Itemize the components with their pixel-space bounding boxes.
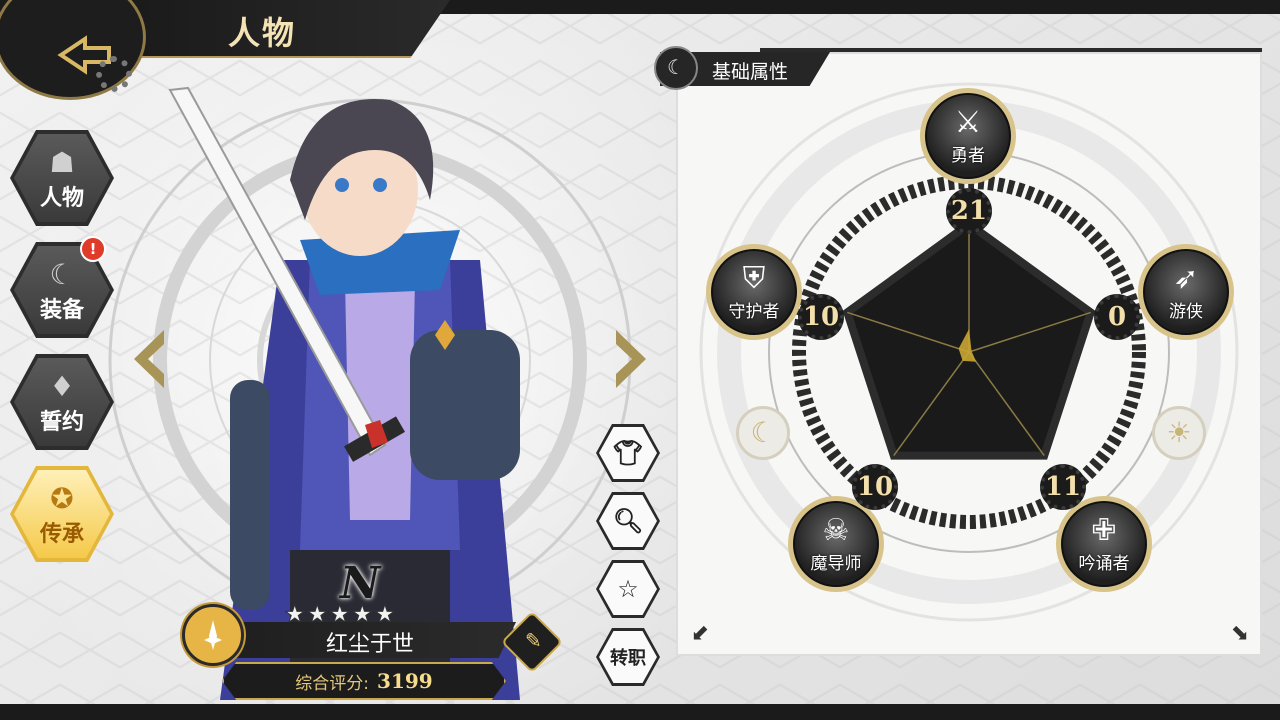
sun-orb-icon: ☀ (1152, 406, 1206, 460)
attr-name: 吟诵者 (1078, 553, 1130, 574)
attr-value-ranger: 0 (1094, 294, 1140, 340)
attr-name: 守护者 (728, 301, 780, 322)
attr-name: 魔导师 (810, 553, 862, 574)
character-name: 红尘于世 (325, 632, 414, 657)
bottom-bar (0, 704, 1280, 720)
attr-node-chanter[interactable]: ✙ 吟诵者 (1056, 496, 1152, 592)
score-bar: 综合评分: 3199 (222, 662, 506, 700)
chevron-left-icon (134, 330, 164, 388)
attr-name: 游侠 (1169, 301, 1203, 322)
job-change-label: 转职 (610, 648, 646, 669)
attr-value-brave: 21 (946, 188, 992, 234)
page-title: 人物 (228, 14, 297, 52)
cross-orb-icon: ✙ (1091, 512, 1117, 548)
class-emblem (182, 604, 244, 666)
alert-badge: ! (80, 236, 106, 262)
bow-icon: ➶ (1173, 260, 1199, 296)
shield-icon: ⛨ (742, 260, 766, 296)
sidebar-item-label: 誓约 (39, 410, 84, 435)
attr-node-guardian[interactable]: ⛨ 守护者 (706, 244, 802, 340)
next-character-arrow[interactable] (614, 328, 650, 390)
moon-orb-icon: ☾ (736, 406, 790, 460)
sidebar-item-label: 人物 (39, 186, 84, 211)
collapse-corner-icon[interactable]: ⬋ (686, 620, 714, 648)
sword-crest-icon (204, 620, 222, 650)
emblem-icon: ✪ (50, 482, 74, 515)
sidebar-item-label: 装备 (39, 298, 84, 323)
sword-crest-icon: ⚔ (954, 104, 982, 140)
attr-name: 勇者 (951, 145, 985, 166)
crescent-moon-icon: ☾ (49, 258, 75, 291)
expand-corner-icon[interactable]: ⬊ (1226, 620, 1254, 648)
attr-node-brave[interactable]: ⚔ 勇者 (920, 88, 1016, 184)
chevron-right-icon (616, 330, 646, 388)
attr-value-chanter: 11 (1040, 464, 1086, 510)
skull-crest-icon: ☠ (822, 512, 850, 548)
sidebar-item-label: 传承 (39, 522, 84, 547)
score-value: 3199 (377, 669, 433, 693)
shirt-icon: 👕︎ (612, 439, 644, 467)
attr-value-guardian: 10 (798, 294, 844, 340)
attr-value-mage: 10 (852, 464, 898, 510)
gear-decoration (96, 56, 132, 92)
attr-node-mage[interactable]: ☠ 魔导师 (788, 496, 884, 592)
hooded-figure-icon: ☗ (49, 146, 75, 179)
crystal-icon: ♦ (49, 370, 75, 403)
star-icon: ☆ (617, 575, 639, 603)
pencil-icon: ✎ (525, 628, 542, 653)
magnifier-icon: 🔍︎ (612, 507, 644, 535)
previous-character-arrow[interactable] (130, 328, 166, 390)
attr-node-ranger[interactable]: ➶ 游侠 (1138, 244, 1234, 340)
score-label: 综合评分: (295, 673, 370, 694)
